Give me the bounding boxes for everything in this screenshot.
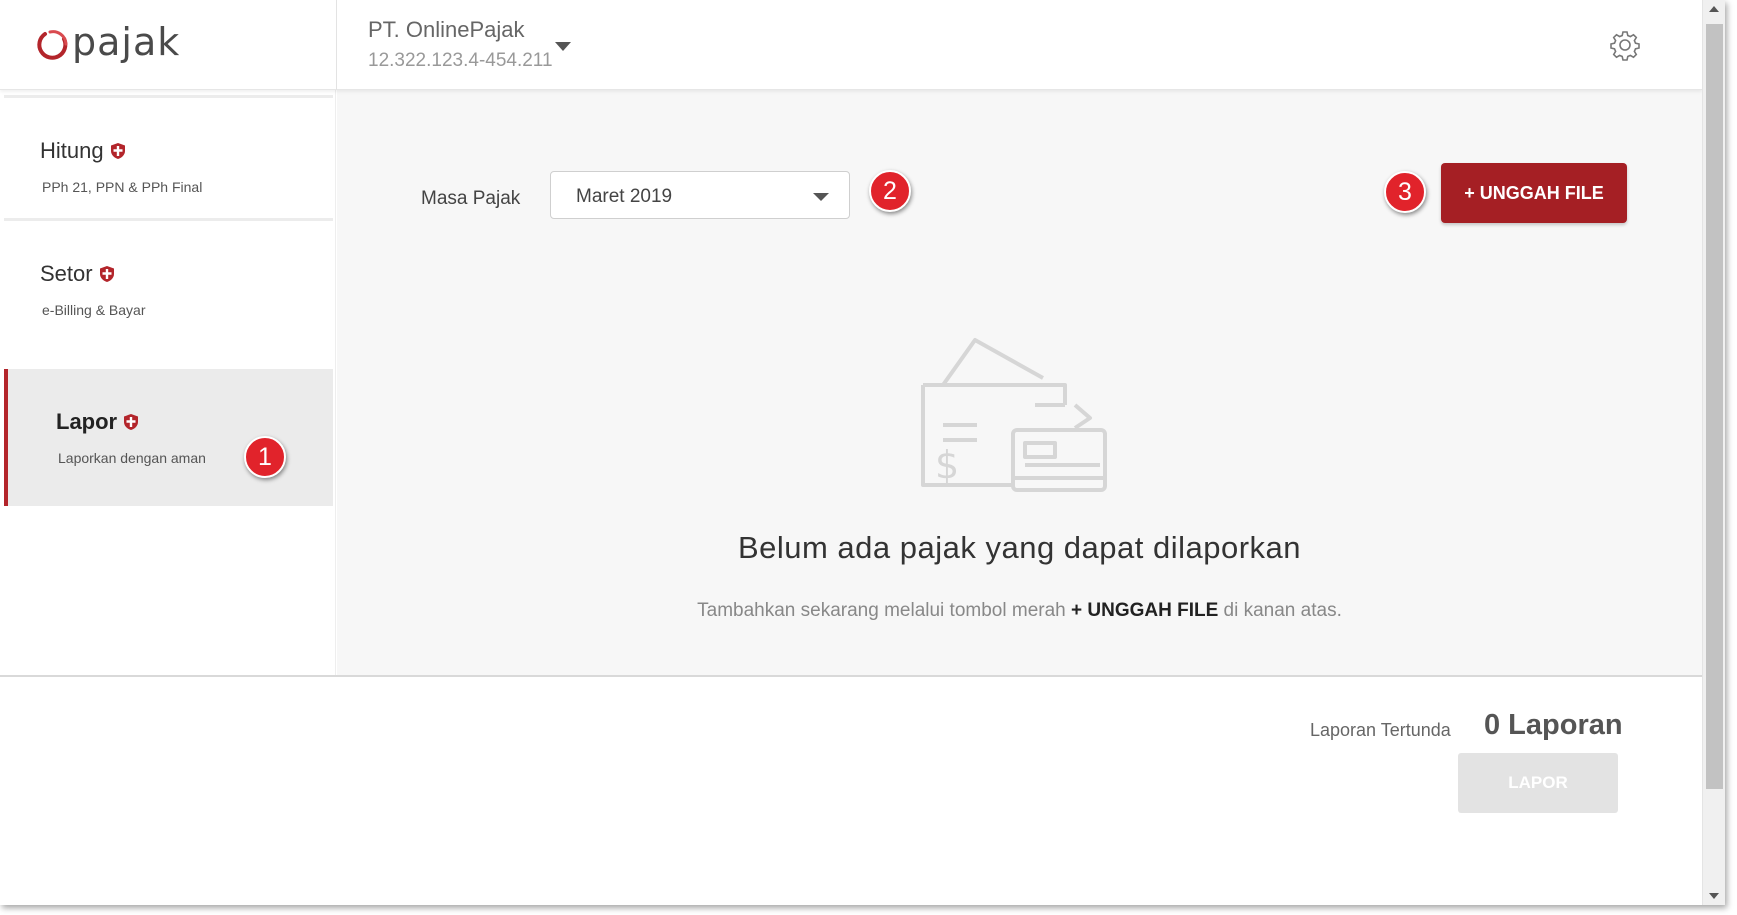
top-bar: pajak PT. OnlinePajak 12.322.123.4-454.2… xyxy=(0,0,1702,90)
empty-state-title: Belum ada pajak yang dapat dilaporkan xyxy=(737,530,1302,565)
app-logo[interactable]: pajak xyxy=(36,22,196,68)
vertical-scrollbar[interactable] xyxy=(1702,0,1725,905)
company-switcher[interactable]: PT. OnlinePajak 12.322.123.4-454.211 xyxy=(368,16,553,76)
sidebar-item-subtitle: e-Billing & Bayar xyxy=(42,302,146,318)
sidebar-item-title: Hitung xyxy=(40,138,104,163)
sidebar-item-title-wrap: Setor xyxy=(40,261,115,287)
sidebar-item-hitung[interactable]: Hitung PPh 21, PPN & PPh Final xyxy=(4,95,333,229)
callout-marker-2: 2 xyxy=(869,170,911,212)
gear-icon[interactable] xyxy=(1609,29,1641,61)
sidebar-item-lapor[interactable]: Lapor Laporkan dengan aman xyxy=(4,369,333,506)
company-npwp: 12.322.123.4-454.211 xyxy=(368,50,553,71)
scrollbar-thumb[interactable] xyxy=(1706,24,1723,789)
sidebar-item-title-wrap: Hitung xyxy=(40,138,126,164)
footer-panel: Laporan Tertunda 0 Laporan LAPOR xyxy=(0,675,1702,905)
scroll-down-icon[interactable] xyxy=(1709,893,1719,899)
upload-file-button[interactable]: + UNGGAH FILE xyxy=(1441,163,1627,223)
empty-state-illustration-icon: $ xyxy=(921,338,1107,492)
logo-text: pajak xyxy=(72,20,181,64)
app-window: pajak PT. OnlinePajak 12.322.123.4-454.2… xyxy=(0,0,1725,905)
sidebar-item-setor[interactable]: Setor e-Billing & Bayar xyxy=(4,218,333,352)
chevron-down-icon[interactable] xyxy=(555,42,571,51)
empty-hint-prefix: Tambahkan sekarang melalui tombol merah xyxy=(697,600,1071,621)
masa-pajak-select[interactable]: Maret 2019 xyxy=(550,171,850,219)
shield-icon xyxy=(110,143,125,159)
lapor-button[interactable]: LAPOR xyxy=(1458,753,1618,813)
chevron-down-icon xyxy=(813,193,829,201)
topbar-divider xyxy=(336,0,337,90)
sidebar-item-subtitle: Laporkan dengan aman xyxy=(58,450,206,466)
svg-text:$: $ xyxy=(935,443,959,487)
shield-icon xyxy=(99,266,114,282)
masa-pajak-value: Maret 2019 xyxy=(576,186,673,207)
shield-icon xyxy=(124,414,139,430)
sidebar-item-title-wrap: Lapor xyxy=(56,409,139,435)
main-content: Masa Pajak Maret 2019 + UNGGAH FILE $ Be… xyxy=(337,90,1702,675)
pending-report-label: Laporan Tertunda xyxy=(1310,720,1451,740)
sidebar: Hitung PPh 21, PPN & PPh Final Setor e-B… xyxy=(0,90,336,675)
sidebar-item-title: Lapor xyxy=(56,409,118,434)
company-name: PT. OnlinePajak xyxy=(368,17,525,42)
empty-hint-suffix: di kanan atas. xyxy=(1218,600,1342,621)
callout-marker-1: 1 xyxy=(244,436,286,478)
pending-report-count: 0 Laporan xyxy=(1484,709,1623,741)
scroll-up-icon[interactable] xyxy=(1709,6,1719,12)
callout-marker-3: 3 xyxy=(1384,171,1426,213)
masa-pajak-label: Masa Pajak xyxy=(421,188,521,209)
sidebar-item-title: Setor xyxy=(40,261,93,286)
empty-state-hint: Tambahkan sekarang melalui tombol merah … xyxy=(337,600,1702,622)
sidebar-item-subtitle: PPh 21, PPN & PPh Final xyxy=(42,179,203,195)
empty-hint-bold: + UNGGAH FILE xyxy=(1071,600,1219,621)
logo-mark-icon xyxy=(37,30,68,60)
